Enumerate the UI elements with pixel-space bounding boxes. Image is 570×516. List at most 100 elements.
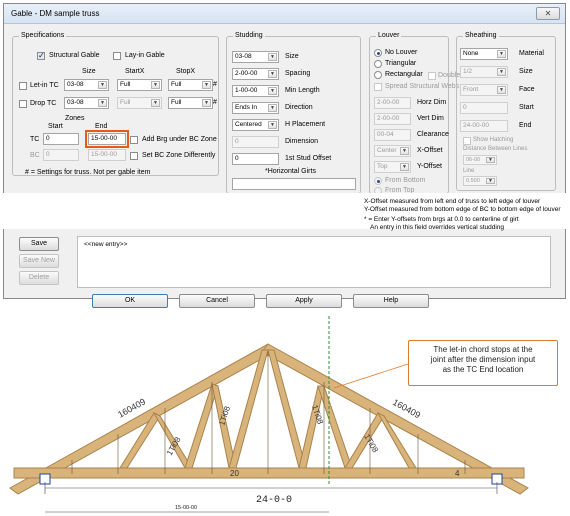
stopx-column-header: StopX <box>176 68 196 75</box>
entries-list[interactable]: <<new entry>> <box>77 236 551 288</box>
show-hatching-checkbox[interactable] <box>463 137 471 145</box>
stud-spacing-select[interactable]: 2-00-00 ▼ <box>232 68 279 80</box>
horizontal-girts-input[interactable] <box>232 178 356 190</box>
structural-gable-checkbox[interactable] <box>37 51 45 60</box>
line-select[interactable]: 0.500 ▼ <box>463 176 497 186</box>
gable-dialog: Gable - DM sample truss ✕ Specifications… <box>3 3 566 308</box>
cancel-button[interactable]: Cancel <box>179 294 255 308</box>
set-bc-checkbox[interactable] <box>130 152 138 160</box>
apply-button[interactable]: Apply <box>266 294 342 308</box>
vert-dim-input[interactable]: 2-00-00 <box>374 113 411 125</box>
tc-start-input[interactable]: 0 <box>43 133 79 145</box>
first-stud-offset-input[interactable]: 0 <box>232 153 279 165</box>
no-louver-label: No Louver <box>385 49 418 56</box>
let-in-startx-select[interactable]: Full ▼ <box>117 79 162 91</box>
let-in-hash: # <box>213 81 217 88</box>
spread-webs-checkbox[interactable] <box>374 83 382 91</box>
line-label: Line <box>463 168 475 174</box>
distance-select[interactable]: 06-00 ▼ <box>463 155 497 165</box>
callout-line-3: as the TC End location <box>442 365 524 374</box>
no-louver-radio[interactable] <box>374 49 382 57</box>
line-value: 0.500 <box>466 178 480 184</box>
drop-hash: # <box>213 99 217 106</box>
chevron-down-icon: ▼ <box>151 81 160 89</box>
drop-startx-select[interactable]: Full ▼ <box>117 97 162 109</box>
let-in-size-select[interactable]: 03-08 ▼ <box>64 79 109 91</box>
stud-direction-label: Direction <box>285 104 313 111</box>
member-label-bottom-right: 4 <box>455 469 460 478</box>
distance-value: 06-00 <box>466 157 481 163</box>
sheathing-group: Sheathing None ▼ Material 1/2 ▼ Size Front… <box>456 32 556 191</box>
x-offset-select[interactable]: Center ▼ <box>374 145 411 157</box>
chevron-down-icon: ▼ <box>497 86 506 94</box>
from-bottom-radio[interactable] <box>374 177 382 185</box>
sheathing-end-input[interactable]: 24-00-00 <box>460 120 508 132</box>
web-7 <box>298 385 325 469</box>
close-icon[interactable]: ✕ <box>536 7 560 20</box>
chevron-down-icon: ▼ <box>268 104 277 112</box>
horz-dim-input[interactable]: 2-00-00 <box>374 97 411 109</box>
bc-end-input[interactable]: 15-00-00 <box>88 149 126 161</box>
override-note: An entry in this field overrides vertica… <box>370 224 505 231</box>
chevron-down-icon: ▼ <box>268 87 277 95</box>
drop-tc-label: Drop TC <box>30 100 57 107</box>
drop-stopx-select[interactable]: Full ▼ <box>168 97 213 109</box>
chevron-down-icon: ▼ <box>202 99 211 107</box>
material-select[interactable]: None ▼ <box>460 48 508 60</box>
tc-end-input[interactable]: 15-00-00 <box>85 130 129 148</box>
lay-in-gable-label: Lay-in Gable <box>125 52 165 59</box>
stud-direction-select[interactable]: Ends In ▼ <box>232 102 279 114</box>
callout-line-2: joint after the dimension input <box>430 355 536 364</box>
drop-tc-checkbox[interactable] <box>19 100 27 108</box>
stud-hplacement-select[interactable]: Centered ▼ <box>232 119 279 131</box>
lay-in-gable-checkbox[interactable] <box>113 52 121 60</box>
stud-hplacement-label: H Placement <box>285 121 326 128</box>
drop-size-select[interactable]: 03-08 ▼ <box>64 97 109 109</box>
let-in-stopx-select[interactable]: Full ▼ <box>168 79 213 91</box>
member-label-bottom-left: 20 <box>230 469 239 478</box>
zones-start-header: Start <box>48 123 63 130</box>
chevron-down-icon: ▼ <box>268 53 277 61</box>
clearance-input[interactable]: 00-04 <box>374 129 411 141</box>
triangular-radio[interactable] <box>374 60 382 68</box>
stud-minlen-select[interactable]: 1-00-00 ▼ <box>232 85 279 97</box>
louver-group: Louver No Louver Triangular Rectangular … <box>369 32 460 195</box>
chevron-down-icon: ▼ <box>486 178 495 184</box>
stud-dimension-label: Dimension <box>285 138 319 145</box>
from-bottom-label: From Bottom <box>385 177 426 184</box>
callout-line-1: The let-in chord stops at the <box>433 345 533 354</box>
studding-group: Studding 03-08 ▼ Size 2-00-00 ▼ Spacing 1-… <box>226 32 361 194</box>
enter-offset-note: * = Enter Y-offsets from brgs at 0.0 to … <box>364 216 519 223</box>
help-button[interactable]: Help <box>353 294 429 308</box>
sheathing-size-select[interactable]: 1/2 ▼ <box>460 66 508 78</box>
rectangular-radio[interactable] <box>374 71 382 79</box>
y-offset-select[interactable]: Top ▼ <box>374 161 411 173</box>
drop-stopx-value: Full <box>171 99 182 106</box>
ok-button[interactable]: OK <box>92 294 168 308</box>
double-checkbox[interactable] <box>428 72 436 80</box>
callout-leader <box>333 363 409 389</box>
x-offset-note: X-Offset measured from left end of truss… <box>364 198 541 205</box>
sheathing-label: Sheathing <box>463 32 499 39</box>
sub-dimension: 15-00-00 <box>175 505 197 511</box>
stud-dimension-input[interactable]: 0 <box>232 136 279 148</box>
sheathing-start-input[interactable]: 0 <box>460 102 508 114</box>
stud-size-select[interactable]: 03-08 ▼ <box>232 51 279 63</box>
let-in-tc-label: Let-in TC <box>30 82 59 89</box>
let-in-size-value: 03-08 <box>67 81 84 88</box>
new-entry-item[interactable]: <<new entry>> <box>84 240 127 250</box>
add-brg-checkbox[interactable] <box>130 136 138 144</box>
face-select[interactable]: Front ▼ <box>460 84 508 96</box>
bc-start-input[interactable]: 0 <box>43 149 79 161</box>
save-new-button[interactable]: Save New <box>19 254 59 268</box>
horizontal-girts-label: *Horizontal Girts <box>265 168 316 175</box>
chevron-down-icon: ▼ <box>151 99 160 107</box>
stud-spacing-value: 2-00-00 <box>235 70 258 77</box>
let-in-stopx-value: Full <box>171 81 182 88</box>
material-label: Material <box>519 50 544 57</box>
callout-box: The let-in chord stops at the joint afte… <box>408 340 558 386</box>
save-button[interactable]: Save <box>19 237 59 251</box>
let-in-tc-checkbox[interactable] <box>19 82 27 90</box>
sheathing-end-label: End <box>519 122 532 129</box>
delete-button[interactable]: Delete <box>19 271 59 285</box>
